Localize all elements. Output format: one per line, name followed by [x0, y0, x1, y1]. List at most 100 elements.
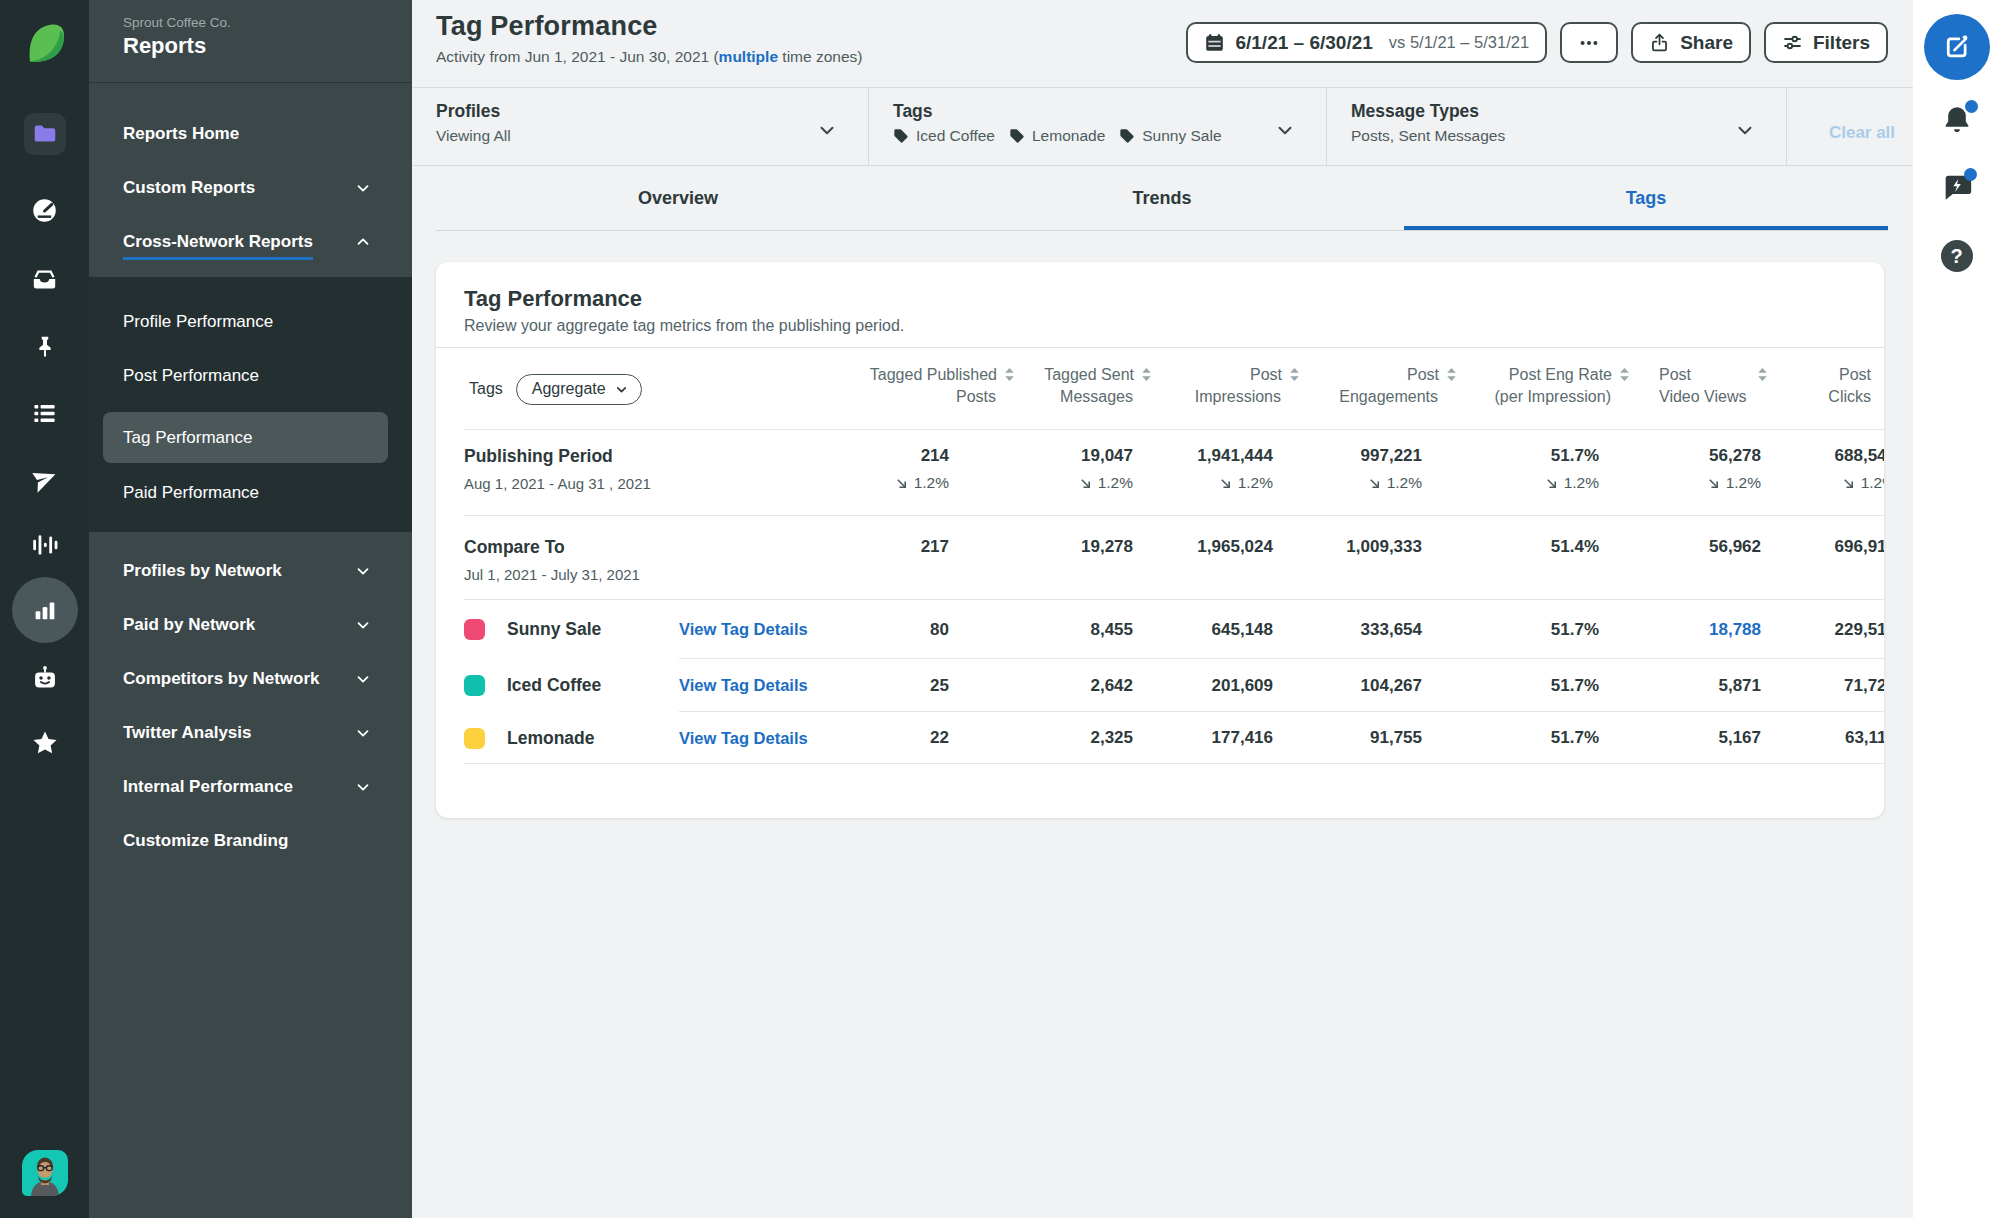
- column-header-post-impressions[interactable]: Post Impressions: [1153, 348, 1301, 430]
- table-row-compare-to: Compare To Jul 1, 2021 - July 31, 2021 2…: [436, 516, 1884, 600]
- filters-button[interactable]: Filters: [1764, 22, 1888, 63]
- trend-down: 1.2%: [1458, 474, 1599, 492]
- sort-icon: [1288, 367, 1301, 382]
- tab-tags[interactable]: Tags: [1404, 166, 1888, 231]
- card-subtitle: Review your aggregate tag metrics from t…: [464, 317, 1856, 335]
- sort-icon: [1618, 367, 1631, 382]
- chevron-down-icon: [354, 179, 372, 197]
- sidebar-item-profiles-by-network[interactable]: Profiles by Network: [89, 544, 412, 598]
- chevron-down-icon: [354, 562, 372, 580]
- sidebar-item-paid-performance[interactable]: Paid Performance: [89, 466, 412, 520]
- more-options-button[interactable]: [1560, 22, 1618, 63]
- chevron-down-icon: [816, 119, 838, 141]
- share-button[interactable]: Share: [1631, 22, 1751, 63]
- sort-icon: [1445, 367, 1458, 382]
- trend-down: 1.2%: [1153, 474, 1273, 492]
- rail-queue-icon[interactable]: [0, 400, 89, 427]
- user-avatar[interactable]: [0, 1150, 89, 1196]
- compose-button[interactable]: [1924, 14, 1990, 80]
- tab-overview[interactable]: Overview: [436, 166, 920, 231]
- tab-content: Tag Performance Review your aggregate ta…: [412, 231, 1913, 818]
- view-tag-details-link[interactable]: View Tag Details: [679, 620, 866, 639]
- rail-bot-icon[interactable]: [0, 664, 89, 692]
- profiles-filter[interactable]: Profiles Viewing All: [412, 88, 869, 165]
- rail-inbox-icon[interactable]: [0, 266, 89, 293]
- tag-color-swatch: [464, 728, 485, 749]
- page-header: Tag Performance Activity from Jun 1, 202…: [412, 0, 1913, 88]
- aggregate-dropdown[interactable]: Aggregate: [516, 374, 642, 405]
- tag-name: Iced Coffee: [507, 675, 601, 696]
- notifications-button[interactable]: [1913, 103, 2000, 137]
- column-header-post-engagements[interactable]: Post Engagements: [1301, 348, 1458, 430]
- sidebar-item-tag-performance[interactable]: Tag Performance: [103, 412, 388, 463]
- sidebar-item-profile-performance[interactable]: Profile Performance: [89, 295, 412, 349]
- column-header-post-video-views[interactable]: Post Video Views: [1631, 348, 1773, 430]
- product-updates-button[interactable]: [1913, 170, 2000, 204]
- view-tag-details-link[interactable]: View Tag Details: [679, 676, 866, 695]
- sort-icon: [1003, 367, 1016, 382]
- tab-trends[interactable]: Trends: [920, 166, 1404, 231]
- sidebar-item-internal-performance[interactable]: Internal Performance: [89, 760, 412, 814]
- table-row-publishing-period: Publishing Period Aug 1, 2021 - Aug 31 ,…: [436, 430, 1884, 516]
- trend-down: 1.2%: [1016, 474, 1133, 492]
- column-header-post-eng-rate[interactable]: Post Eng Rate (per Impression): [1458, 348, 1631, 430]
- card-title: Tag Performance: [464, 286, 1856, 312]
- rail-listening-icon[interactable]: [0, 530, 89, 560]
- row-label: Publishing Period: [464, 445, 866, 467]
- tag-icon: [1009, 128, 1025, 144]
- date-range-button[interactable]: 6/1/21 – 6/30/21vs 5/1/21 – 5/31/21: [1186, 22, 1547, 63]
- sidebar-item-cross-network-reports[interactable]: Cross-Network Reports: [89, 215, 412, 269]
- sidebar-header: Sprout Coffee Co. Reports: [89, 0, 412, 83]
- chevron-down-icon: [354, 778, 372, 796]
- tag-icon: [1119, 128, 1135, 144]
- app-icon-rail: [0, 0, 89, 1218]
- page-title: Tag Performance: [436, 11, 862, 42]
- tag-name: Sunny Sale: [507, 619, 601, 640]
- rail-dashboard-icon[interactable]: [0, 197, 89, 224]
- rail-pin-icon[interactable]: [0, 334, 89, 360]
- ellipsis-icon: [1578, 32, 1600, 54]
- column-header-tagged-published-posts[interactable]: Tagged Published Posts: [866, 348, 1016, 430]
- utility-rail: ?: [1913, 0, 2000, 1218]
- tag-icon: [893, 128, 909, 144]
- table-row-iced-coffee: Iced Coffee View Tag Details 25 2,642 20…: [436, 659, 1884, 712]
- help-icon: ?: [1941, 240, 1973, 272]
- rail-reports-analytics-icon[interactable]: [0, 577, 89, 643]
- notification-badge: [1965, 100, 1978, 113]
- column-header-tagged-sent-messages[interactable]: Tagged Sent Messages: [1016, 348, 1153, 430]
- view-tag-details-link[interactable]: View Tag Details: [679, 729, 866, 748]
- tags-filter[interactable]: Tags Iced Coffee Lemonade Sunny Sale: [869, 88, 1327, 165]
- sprout-logo-icon[interactable]: [0, 20, 89, 64]
- sidebar-rail-reports[interactable]: [0, 113, 89, 155]
- message-types-filter-value: Posts, Sent Messages: [1351, 127, 1786, 145]
- profiles-filter-value: Viewing All: [436, 127, 868, 145]
- sidebar-item-post-performance[interactable]: Post Performance: [89, 349, 412, 403]
- filter-bar: Profiles Viewing All Tags Iced Coffee Le…: [412, 88, 1913, 166]
- clear-all-button[interactable]: Clear all: [1787, 88, 1913, 165]
- sidebar-item-custom-reports[interactable]: Custom Reports: [89, 161, 412, 215]
- card-header: Tag Performance Review your aggregate ta…: [436, 262, 1884, 348]
- video-views-link[interactable]: 18,788: [1709, 620, 1761, 639]
- help-button[interactable]: ?: [1913, 240, 2000, 272]
- rail-favorites-icon[interactable]: [0, 728, 89, 758]
- row-date-range: Aug 1, 2021 - Aug 31 , 2021: [464, 475, 866, 492]
- chevron-down-icon: [354, 670, 372, 688]
- sidebar-item-reports-home[interactable]: Reports Home: [89, 107, 412, 161]
- trend-down: 1.2%: [1301, 474, 1422, 492]
- tags-control-label: Tags: [469, 380, 503, 398]
- main-content: Tag Performance Activity from Jun 1, 202…: [412, 0, 1913, 1218]
- multiple-timezones-link[interactable]: multiple: [719, 48, 778, 65]
- rail-publishing-icon[interactable]: [0, 466, 89, 494]
- sidebar-item-customize-branding[interactable]: Customize Branding: [89, 814, 412, 868]
- chevron-up-icon: [354, 233, 372, 251]
- sidebar-item-paid-by-network[interactable]: Paid by Network: [89, 598, 412, 652]
- sort-icon: [1756, 367, 1769, 382]
- sidebar-item-twitter-analysis[interactable]: Twitter Analysis: [89, 706, 412, 760]
- sidebar-item-competitors-by-network[interactable]: Competitors by Network: [89, 652, 412, 706]
- message-types-filter[interactable]: Message Types Posts, Sent Messages: [1327, 88, 1787, 165]
- chevron-down-icon: [1734, 119, 1756, 141]
- sidebar-title: Reports: [123, 33, 412, 59]
- reports-sidebar: Sprout Coffee Co. Reports Reports Home C…: [89, 0, 412, 1218]
- column-header-post-clicks[interactable]: Post Clicks: [1773, 348, 1884, 430]
- table-row-sunny-sale: Sunny Sale View Tag Details 80 8,455 645…: [436, 600, 1884, 659]
